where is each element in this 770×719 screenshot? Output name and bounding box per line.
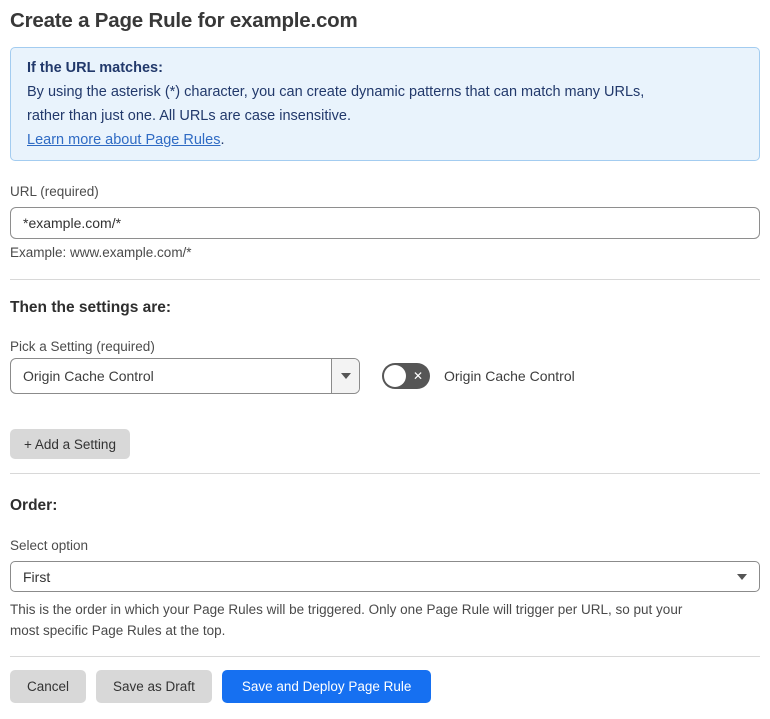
url-match-info-box: If the URL matches: By using the asteris… bbox=[10, 47, 760, 161]
add-setting-button[interactable]: + Add a Setting bbox=[10, 429, 130, 459]
select-option-label: Select option bbox=[10, 538, 89, 553]
setting-select-arrow-button[interactable] bbox=[331, 359, 359, 393]
toggle-off-x-icon: ✕ bbox=[412, 369, 423, 383]
setting-select[interactable]: Origin Cache Control bbox=[10, 358, 360, 394]
save-deploy-button[interactable]: Save and Deploy Page Rule bbox=[221, 670, 432, 703]
link-suffix: . bbox=[220, 132, 225, 148]
footer-actions: Cancel Save as Draft Save and Deploy Pag… bbox=[10, 670, 760, 703]
setting-row: Origin Cache Control ✕ Origin Cache Cont… bbox=[10, 358, 760, 394]
order-heading: Order: bbox=[10, 497, 58, 514]
url-example-helper: Example: www.example.com/* bbox=[10, 245, 192, 260]
cancel-button[interactable]: Cancel bbox=[10, 670, 87, 703]
settings-heading: Then the settings are: bbox=[10, 299, 172, 316]
page-title: Create a Page Rule for example.com bbox=[10, 9, 358, 32]
info-box-body-line-1: By using the asterisk (*) character, you… bbox=[27, 84, 645, 100]
chevron-down-icon bbox=[737, 573, 747, 580]
info-box-heading: If the URL matches: bbox=[27, 60, 163, 76]
divider bbox=[10, 279, 760, 280]
pick-setting-label: Pick a Setting (required) bbox=[10, 339, 155, 354]
order-helper: This is the order in which your Page Rul… bbox=[10, 599, 760, 641]
info-box-body-line-2: rather than just one. All URLs are case … bbox=[27, 108, 351, 124]
info-box-link-line: Learn more about Page Rules. bbox=[27, 128, 743, 152]
create-page-rule-form: Create a Page Rule for example.com If th… bbox=[0, 9, 770, 715]
save-draft-button[interactable]: Save as Draft bbox=[96, 670, 212, 703]
toggle-knob bbox=[384, 365, 406, 387]
order-select[interactable]: First bbox=[10, 561, 760, 592]
url-input[interactable] bbox=[10, 207, 760, 239]
toggle-setting-label: Origin Cache Control bbox=[444, 368, 575, 384]
origin-cache-control-toggle[interactable]: ✕ bbox=[382, 363, 430, 389]
url-label: URL (required) bbox=[10, 184, 99, 199]
divider bbox=[10, 656, 760, 657]
order-helper-line-1: This is the order in which your Page Rul… bbox=[10, 602, 683, 617]
order-helper-line-2: most specific Page Rules at the top. bbox=[10, 623, 226, 638]
learn-more-link[interactable]: Learn more about Page Rules bbox=[27, 132, 220, 148]
divider bbox=[10, 473, 760, 474]
chevron-down-icon bbox=[340, 373, 351, 379]
setting-select-value: Origin Cache Control bbox=[23, 368, 154, 384]
order-select-value: First bbox=[23, 568, 51, 585]
